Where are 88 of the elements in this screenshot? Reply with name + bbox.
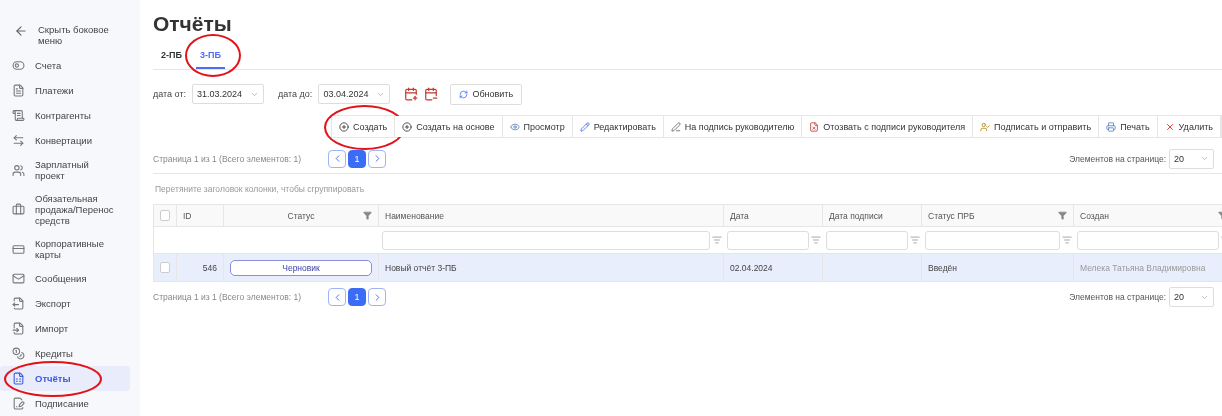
menu-item-icon <box>12 163 25 177</box>
sidebar-item[interactable]: Кредиты <box>0 341 130 366</box>
select-all-checkbox[interactable] <box>160 210 170 221</box>
pencil-icon <box>579 121 590 132</box>
sidebar-item[interactable]: Обязательная продажа/Перенос средств <box>0 187 130 232</box>
column-header[interactable]: Создан <box>1074 205 1222 227</box>
column-header[interactable]: Статус <box>224 205 379 227</box>
menu-item-icon <box>12 59 25 72</box>
filter-field[interactable] <box>826 230 908 250</box>
refresh-button[interactable]: Обновить <box>450 83 523 105</box>
filter-options-icon[interactable] <box>712 235 722 245</box>
menu-item-icon <box>12 203 25 216</box>
column-header[interactable]: Дата <box>724 205 823 227</box>
page-button[interactable]: 1 <box>348 288 366 306</box>
printer-icon <box>1106 121 1117 132</box>
sidebar-item[interactable]: Экспорт <box>0 291 130 316</box>
user-icon <box>980 121 991 132</box>
sidebar-item[interactable]: Контрагенты <box>0 103 130 128</box>
row-checkbox[interactable] <box>160 262 170 273</box>
plus-circle-icon <box>339 121 349 132</box>
table-cell: Мелека Татьяна Владимировна <box>1074 254 1222 281</box>
menu-item-icon <box>12 242 25 256</box>
date-from-label: дата от: <box>153 89 187 99</box>
dropdown-caret-icon <box>1200 154 1209 163</box>
page-button[interactable]: 1 <box>348 149 366 168</box>
previous-page-button[interactable] <box>328 288 346 306</box>
delete-icon <box>1164 121 1175 132</box>
toolbar-button[interactable]: Создать на основе <box>395 116 503 137</box>
menu-item-icon <box>12 84 25 97</box>
filter-options-icon[interactable] <box>910 235 920 245</box>
page-size-label: Элементов на странице: <box>1069 292 1166 302</box>
column-header[interactable]: ID <box>177 205 224 227</box>
date-to-label: дата до: <box>278 89 313 99</box>
sidebar-item[interactable]: Платежи <box>0 78 130 103</box>
date-to-field[interactable]: 03.04.2024 <box>318 84 391 104</box>
page-size-select[interactable]: 20 <box>1169 287 1214 307</box>
page-size-label: Элементов на странице: <box>1069 153 1166 164</box>
sidebar-item[interactable]: Отчёты <box>0 366 130 391</box>
table-cell: Новый отчёт 3-ПБ <box>379 254 724 281</box>
calendar-remove-icon[interactable] <box>424 87 439 101</box>
page-summary: Страница 1 из 1 (Всего элементов: 1) <box>153 292 302 302</box>
sidebar-item[interactable]: Сообщения <box>0 266 130 291</box>
page-summary: Страница 1 из 1 (Всего элементов: 1) <box>153 153 302 164</box>
plus-circle-icon <box>402 121 413 132</box>
sidebar-item[interactable]: Зарплатный проект <box>0 153 130 187</box>
filter-field[interactable] <box>727 230 809 250</box>
menu-item-icon <box>12 397 25 410</box>
filter-icon[interactable] <box>363 211 372 220</box>
menu-item-icon <box>12 272 25 285</box>
refresh-icon <box>459 89 469 99</box>
date-from-field[interactable]: 31.03.2024 <box>192 84 265 104</box>
next-page-button[interactable] <box>368 288 386 306</box>
table-cell: 02.04.2024 <box>724 254 823 281</box>
page-title: Отчёты <box>153 12 233 36</box>
next-page-button[interactable] <box>368 149 386 168</box>
filter-options-icon[interactable] <box>811 235 821 245</box>
sidebar-item[interactable]: Подписание <box>0 391 130 416</box>
filter-options-icon[interactable] <box>1062 235 1072 245</box>
group-panel-hint: Перетяните заголовок колонки, чтобы сгруппировать <box>154 183 366 196</box>
sidebar-item[interactable]: Корпоративные карты <box>0 232 130 266</box>
filter-icon[interactable] <box>1058 211 1067 220</box>
menu-item-icon <box>12 372 25 385</box>
menu-item-icon <box>12 109 25 122</box>
page-size-select[interactable]: 20 <box>1169 148 1214 169</box>
sidebar-item[interactable]: Импорт <box>0 316 130 341</box>
column-header[interactable]: Наименование <box>379 205 724 227</box>
eye-icon <box>509 121 520 132</box>
column-header[interactable]: Статус ПРБ <box>922 205 1074 227</box>
menu-item-icon <box>12 297 25 310</box>
column-header[interactable]: Дата подписи <box>823 205 922 227</box>
menu-item-icon <box>12 347 25 360</box>
document-icon <box>809 121 820 132</box>
status-badge: Черновик <box>230 259 372 276</box>
table-row[interactable] <box>154 254 177 281</box>
table-cell: 546 <box>177 254 224 281</box>
tab[interactable]: 2-ПБ <box>157 46 186 69</box>
table-cell: Введён <box>922 254 1074 281</box>
previous-page-button[interactable] <box>328 149 346 168</box>
filter-field[interactable] <box>925 230 1060 250</box>
filter-field[interactable] <box>382 230 710 250</box>
sidebar-item[interactable]: Конвертации <box>0 128 130 153</box>
pen-icon <box>670 121 681 132</box>
menu-item-icon <box>12 322 25 335</box>
calendar-add-icon[interactable] <box>404 87 419 101</box>
menu-item-icon <box>12 134 25 147</box>
tab[interactable]: 3-ПБ <box>195 46 225 69</box>
sidebar-item[interactable]: Счета <box>0 53 130 78</box>
collapse-sidebar-link[interactable]: Скрыть боковое меню <box>38 24 132 46</box>
